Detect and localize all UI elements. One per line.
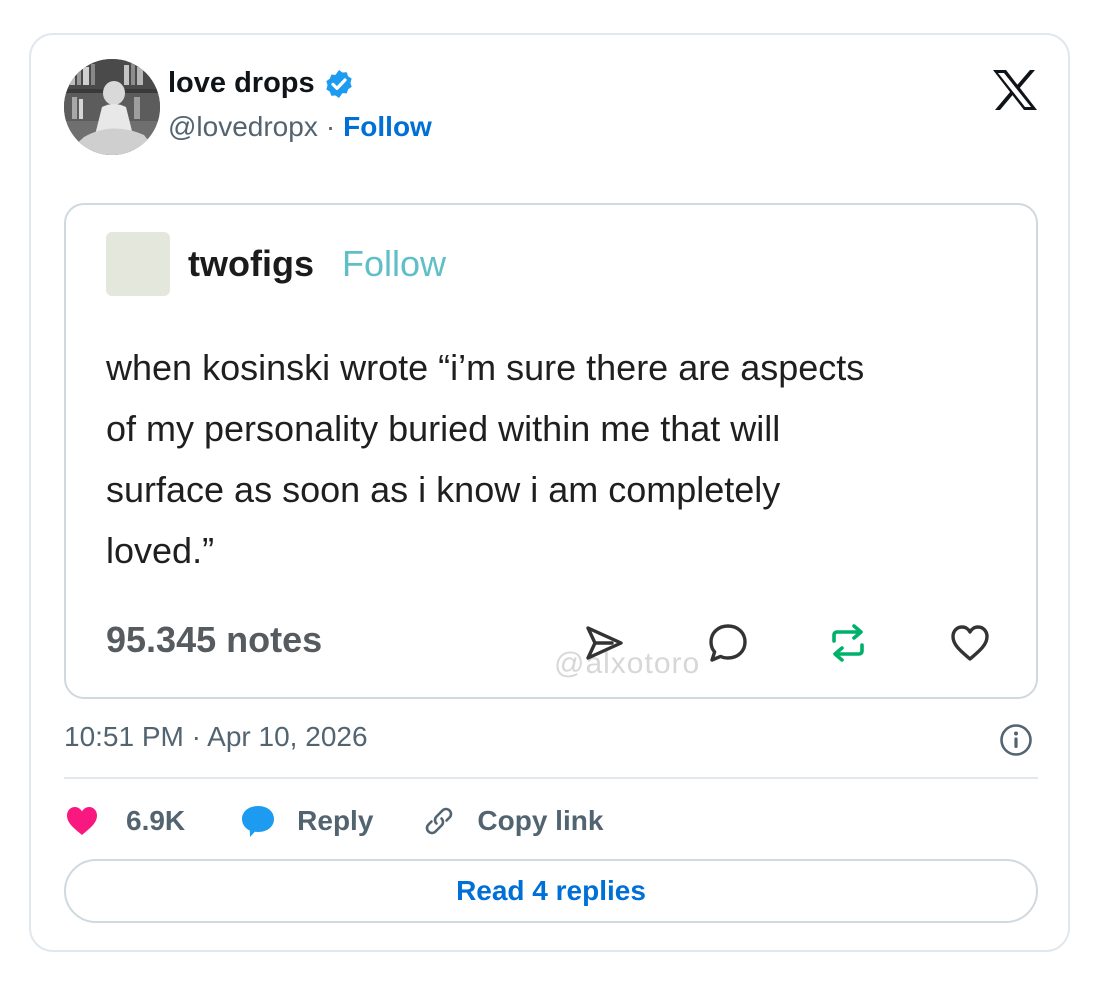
read-replies-button[interactable]: Read 4 replies: [64, 859, 1038, 923]
tumblr-username[interactable]: twofigs: [188, 243, 314, 285]
info-icon[interactable]: [999, 723, 1033, 757]
like-button[interactable]: 6.9K: [64, 803, 185, 839]
watermark: @alxotoro: [554, 647, 701, 680]
x-logo-icon[interactable]: [992, 69, 1038, 111]
tumblr-post-text: when kosinski wrote “i’m sure there are …: [106, 347, 865, 571]
heart-outline-icon[interactable]: [948, 621, 992, 665]
reply-bubble-icon: [242, 806, 275, 837]
author-name-row: love drops: [168, 67, 355, 100]
reblog-icon[interactable]: [826, 621, 870, 665]
reply-button[interactable]: Reply: [239, 802, 373, 840]
author-display-name[interactable]: love drops: [168, 67, 315, 100]
author-avatar[interactable]: [64, 59, 160, 155]
embedded-tweet-card: love drops @lovedropx · Follow twofigs F…: [29, 33, 1070, 952]
copy-link-button[interactable]: Copy link: [421, 803, 603, 839]
tweet-timestamp[interactable]: 10:51 PM · Apr 10, 2026: [64, 721, 368, 753]
like-count: 6.9K: [126, 805, 186, 836]
reply-label: Reply: [297, 805, 374, 836]
link-icon: [426, 807, 453, 835]
tweet-actions: 6.9K Reply Copy link: [64, 799, 603, 843]
follow-button[interactable]: Follow: [343, 111, 432, 143]
embedded-tumblr-post[interactable]: twofigs Follow when kosinski wrote “i’m …: [64, 203, 1038, 699]
tumblr-follow-button[interactable]: Follow: [342, 243, 446, 285]
separator-dot: ·: [325, 111, 336, 142]
author-handle-row: @lovedropx · Follow: [168, 111, 432, 143]
verified-badge-icon: [325, 69, 352, 98]
tumblr-avatar[interactable]: [106, 232, 170, 296]
copy-link-label: Copy link: [477, 805, 604, 836]
author-handle[interactable]: @lovedropx: [168, 111, 318, 143]
share-icon[interactable]: [582, 621, 626, 665]
comment-icon[interactable]: [706, 621, 750, 665]
tumblr-user-row: twofigs Follow: [188, 243, 446, 285]
tumblr-notes-count[interactable]: 95.345 notes: [106, 619, 322, 661]
divider: [64, 777, 1038, 779]
heart-icon: [67, 807, 97, 835]
